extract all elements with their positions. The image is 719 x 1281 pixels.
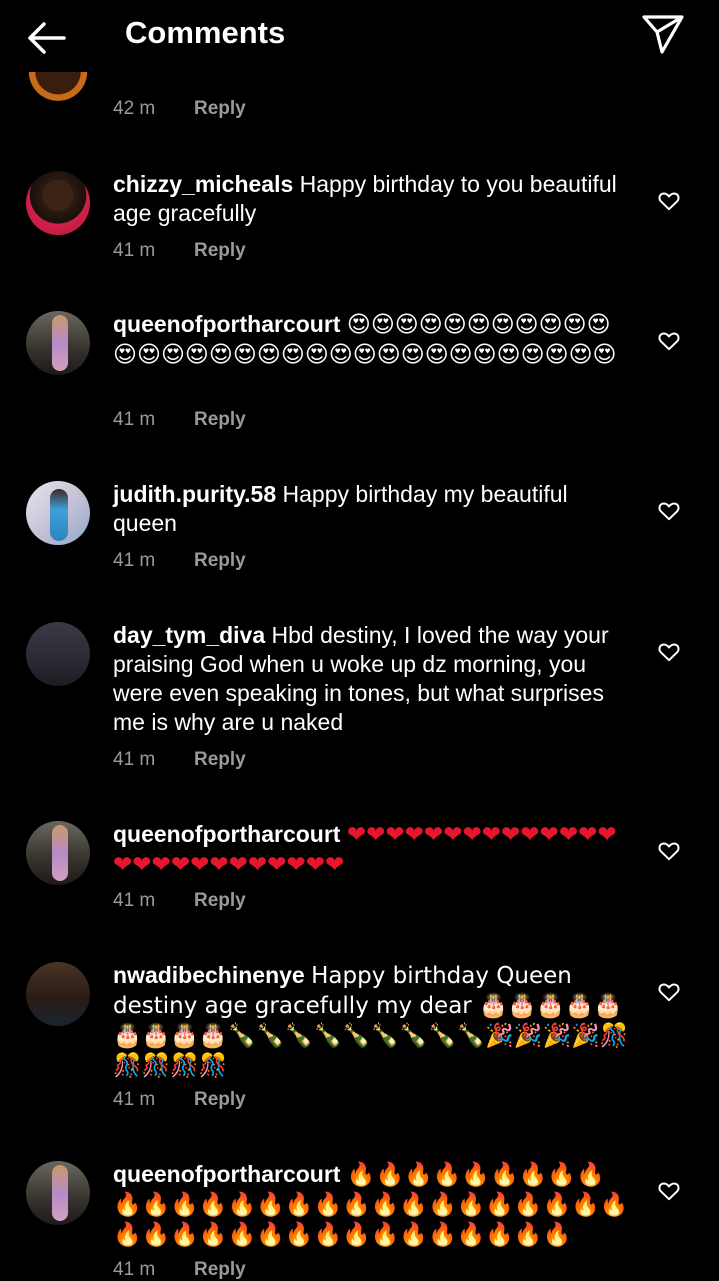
comment-time: 41 m bbox=[113, 749, 156, 770]
comment-body: day_tym_diva Hbd destiny, I loved the wa… bbox=[113, 621, 633, 737]
comment-username[interactable]: nwadibechinenye bbox=[113, 962, 305, 988]
comment-body: queenofportharcourt 🔥🔥🔥🔥🔥🔥🔥🔥🔥🔥🔥🔥🔥🔥🔥🔥🔥🔥🔥🔥… bbox=[113, 1160, 633, 1250]
comment-meta: 42 m Reply bbox=[113, 98, 246, 120]
avatar[interactable] bbox=[26, 311, 90, 375]
reply-button[interactable]: Reply bbox=[194, 749, 246, 771]
like-heart-icon[interactable] bbox=[658, 642, 680, 662]
avatar[interactable] bbox=[26, 481, 90, 545]
comment-username[interactable]: queenofportharcourt bbox=[113, 821, 340, 847]
comment-time: 41 m bbox=[113, 409, 156, 430]
avatar[interactable] bbox=[26, 622, 90, 686]
comment-body: nwadibechinenye Happy birthday Queen des… bbox=[113, 961, 633, 1081]
comment-body: judith.purity.58 Happy birthday my beaut… bbox=[113, 480, 633, 538]
top-bar: Comments bbox=[0, 0, 719, 72]
comment-username[interactable]: judith.purity.58 bbox=[113, 481, 276, 507]
comment-meta: 41 m Reply bbox=[113, 550, 246, 572]
reply-button[interactable]: Reply bbox=[194, 409, 246, 431]
comment-time: 41 m bbox=[113, 1089, 156, 1110]
reply-button[interactable]: Reply bbox=[194, 550, 246, 572]
comment-time: 41 m bbox=[113, 1259, 156, 1280]
avatar[interactable] bbox=[26, 821, 90, 885]
comment-time: 42 m bbox=[113, 98, 156, 119]
reply-button[interactable]: Reply bbox=[194, 890, 246, 912]
comment-meta: 41 m Reply bbox=[113, 409, 246, 431]
comment-username[interactable]: chizzy_micheals bbox=[113, 171, 293, 197]
comment-meta: 41 m Reply bbox=[113, 1259, 246, 1281]
comment-username[interactable]: queenofportharcourt bbox=[113, 1161, 340, 1187]
like-heart-icon[interactable] bbox=[658, 501, 680, 521]
comment-body: chizzy_micheals Happy birthday to you be… bbox=[113, 170, 633, 228]
avatar[interactable] bbox=[26, 962, 90, 1026]
reply-button[interactable]: Reply bbox=[194, 240, 246, 262]
reply-button[interactable]: Reply bbox=[194, 98, 246, 120]
avatar[interactable] bbox=[26, 171, 90, 235]
comment-username[interactable]: day_tym_diva bbox=[113, 622, 265, 648]
comment-body: queenofportharcourt 😍😍😍😍😍😍😍😍😍😍😍😍😍😍😍😍😍😍😍😍… bbox=[113, 310, 633, 370]
comment-body: queenofportharcourt ❤❤❤❤❤❤❤❤❤❤❤❤❤❤❤❤❤❤❤❤… bbox=[113, 820, 633, 880]
comment-time: 41 m bbox=[113, 240, 156, 261]
avatar[interactable] bbox=[26, 1161, 90, 1225]
comment-time: 41 m bbox=[113, 890, 156, 911]
comment-time: 41 m bbox=[113, 550, 156, 571]
comment-meta: 41 m Reply bbox=[113, 890, 246, 912]
send-icon[interactable] bbox=[640, 12, 686, 56]
reply-button[interactable]: Reply bbox=[194, 1089, 246, 1111]
like-heart-icon[interactable] bbox=[658, 841, 680, 861]
like-heart-icon[interactable] bbox=[658, 331, 680, 351]
comment-meta: 41 m Reply bbox=[113, 240, 246, 262]
comment-meta: 41 m Reply bbox=[113, 749, 246, 771]
comment-meta: 41 m Reply bbox=[113, 1089, 246, 1111]
like-heart-icon[interactable] bbox=[658, 982, 680, 1002]
comment-username[interactable]: queenofportharcourt bbox=[113, 311, 340, 337]
page-title: Comments bbox=[125, 15, 286, 50]
reply-button[interactable]: Reply bbox=[194, 1259, 246, 1281]
back-arrow-icon[interactable] bbox=[24, 16, 68, 60]
like-heart-icon[interactable] bbox=[658, 1181, 680, 1201]
like-heart-icon[interactable] bbox=[658, 191, 680, 211]
